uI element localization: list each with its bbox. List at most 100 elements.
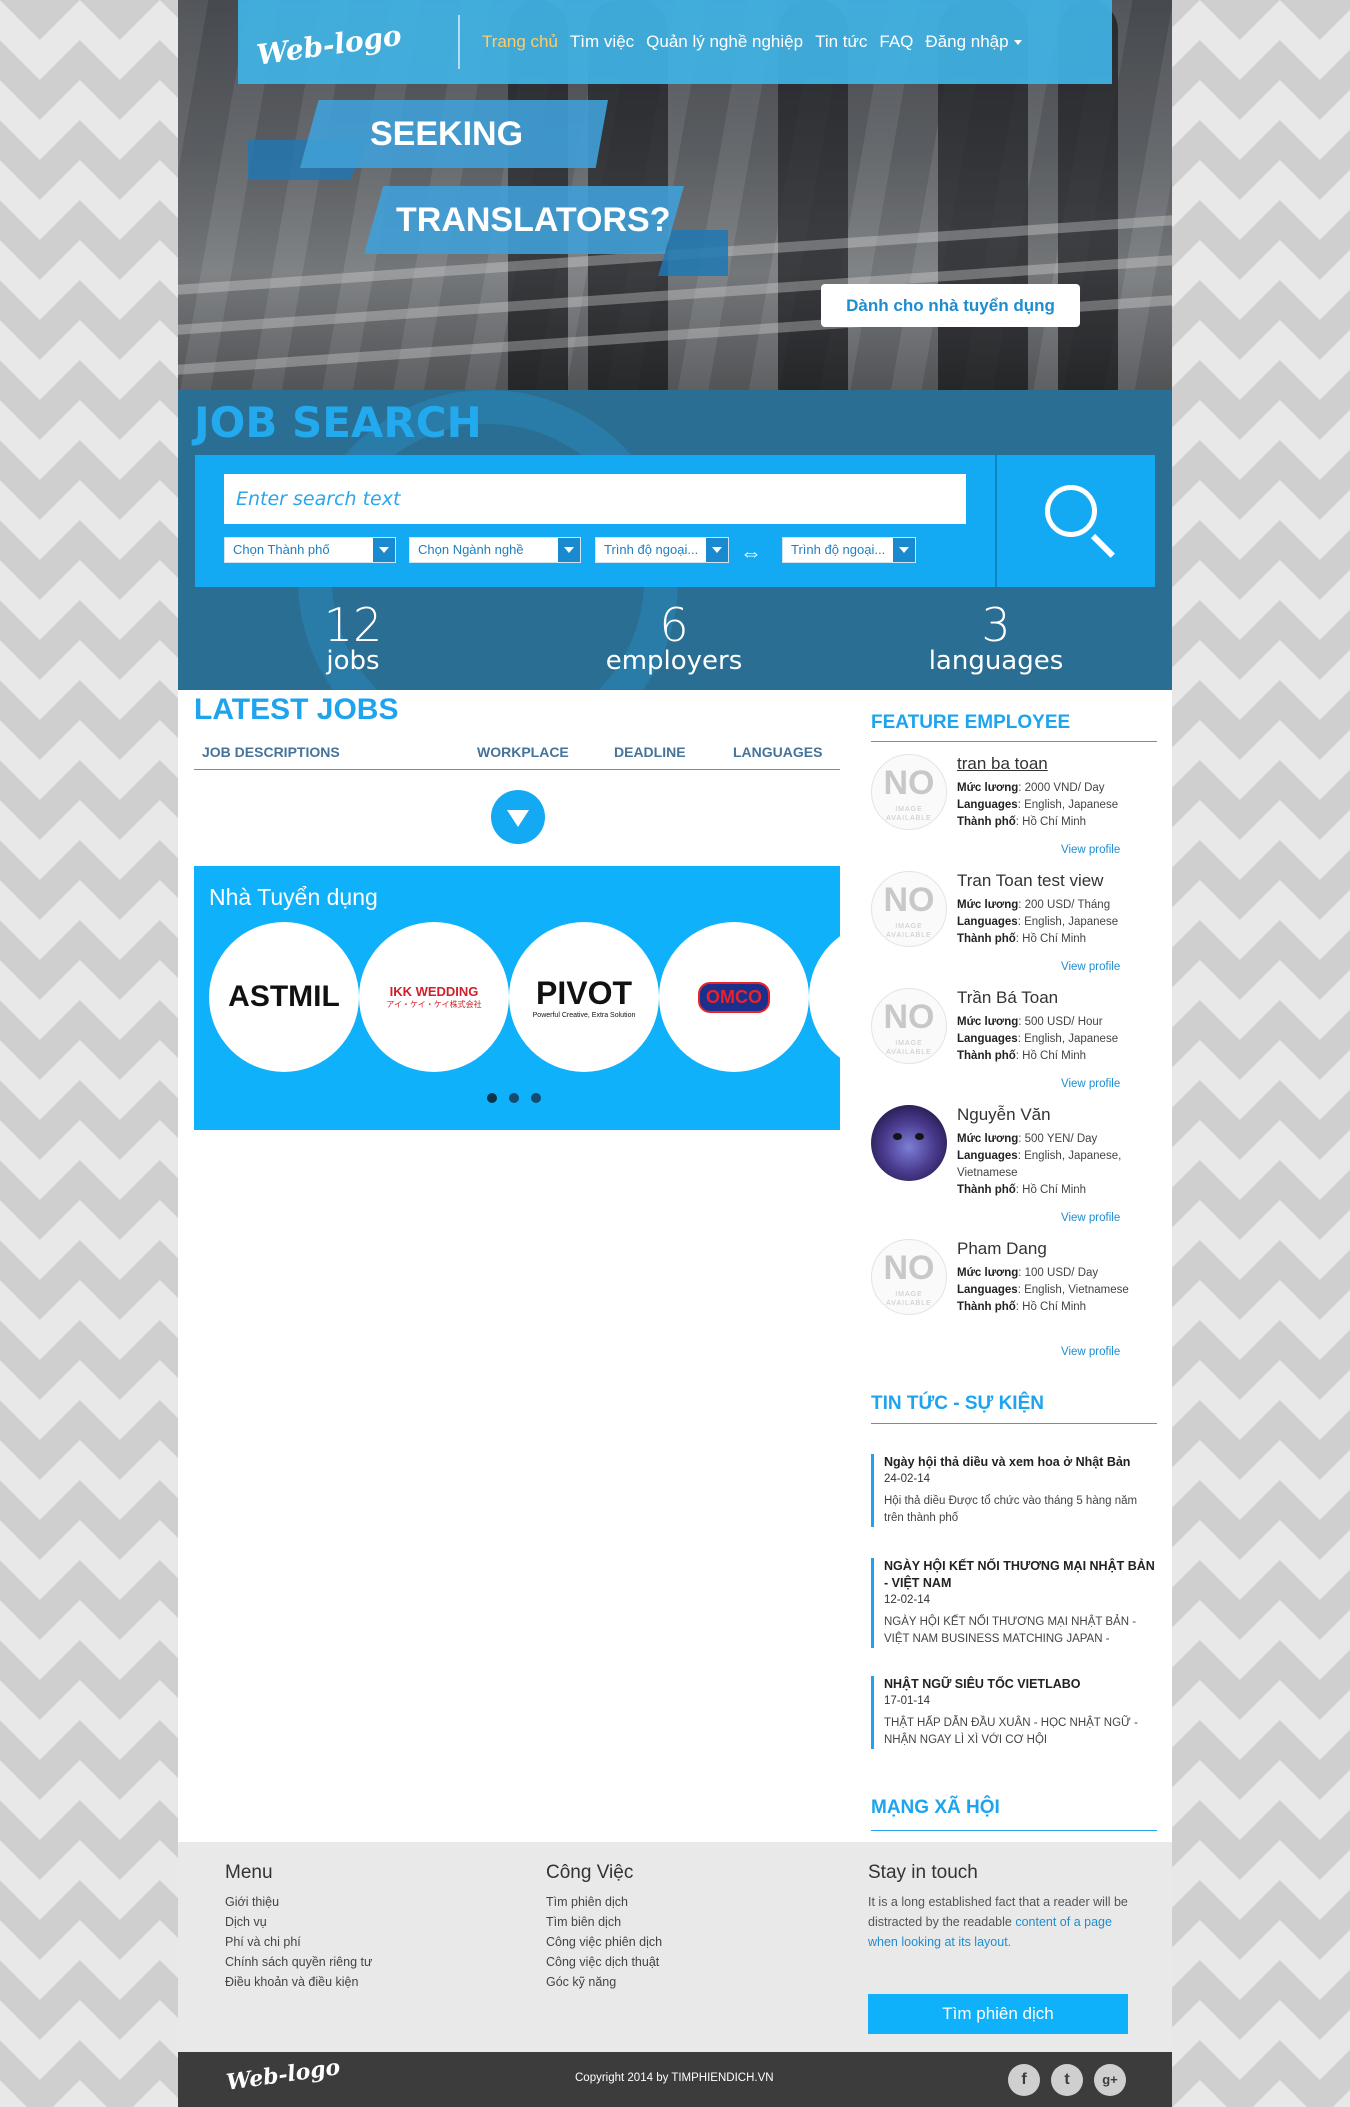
stat-jobs: 12 jobs	[233, 602, 473, 676]
nav-login[interactable]: Đăng nhập	[925, 32, 1022, 52]
languages-label: Languages	[957, 1284, 1018, 1296]
employer-logo-partial[interactable]	[809, 922, 840, 1072]
no-image-subtext: IMAGE AVAILABLE	[886, 806, 932, 822]
view-profile-link[interactable]: View profile	[1061, 1078, 1120, 1090]
stay-in-touch-title: Stay in touch	[868, 1862, 978, 1883]
load-more-button[interactable]	[491, 790, 545, 844]
avatar-eye	[893, 1133, 902, 1140]
footer-menu-title: Menu	[225, 1862, 273, 1883]
find-interpreter-button[interactable]: Tìm phiên dịch	[868, 1994, 1128, 2034]
employers-title: Nhà Tuyển dụng	[209, 884, 378, 910]
employer-logo-omco[interactable]: OMCO	[659, 922, 809, 1072]
chevron-down-icon	[893, 538, 915, 562]
search-icon-handle	[1090, 533, 1115, 558]
no-image-subtext: IMAGE AVAILABLE	[886, 1040, 932, 1056]
top-navbar: Web-logo Trang chủ Tìm việc Quản lý nghề…	[238, 0, 1112, 84]
employee-name[interactable]: Trần Bá Toan	[957, 988, 1058, 1008]
view-profile-link[interactable]: View profile	[1061, 961, 1120, 973]
city-value: Hồ Chí Minh	[1022, 1184, 1087, 1196]
search-input[interactable]	[224, 474, 966, 524]
copyright-text: Copyright 2014 by TIMPHIENDICH.VN	[575, 2072, 774, 2084]
no-image-avatar: NO IMAGE AVAILABLE	[871, 754, 947, 830]
footer-logo[interactable]: Web-logo	[225, 2054, 342, 2096]
city-label: Thành phố	[957, 1050, 1016, 1062]
facebook-icon[interactable]: f	[1008, 2064, 1040, 2096]
footer-link[interactable]: Công việc phiên dịch	[546, 1932, 662, 1952]
carousel-dot[interactable]	[531, 1093, 541, 1103]
carousel-dot[interactable]	[487, 1093, 497, 1103]
footer-link[interactable]: Giới thiệu	[225, 1892, 372, 1912]
employee-card: NO IMAGE AVAILABLE Pham Dang Mức lương: …	[871, 1239, 1157, 1365]
news-item-date: 12-02-14	[884, 1594, 931, 1606]
employee-details: Mức lương: 100 USD/ Day Languages: Engli…	[957, 1267, 1129, 1313]
site-logo[interactable]: Web-logo	[237, 10, 459, 73]
employee-name[interactable]: Nguyễn Văn	[957, 1105, 1051, 1125]
twitter-icon[interactable]: t	[1051, 2064, 1083, 2096]
footer-link[interactable]: Phí và chi phí	[225, 1932, 372, 1952]
footer-link[interactable]: Điều khoản và điều kiện	[225, 1972, 372, 1992]
employee-name[interactable]: Tran Toan test view	[957, 871, 1103, 891]
employee-name[interactable]: tran ba toan	[957, 754, 1048, 774]
chevron-down-icon	[558, 538, 580, 562]
footer-link[interactable]: Góc kỹ năng	[546, 1972, 662, 1992]
page-container: Web-logo Trang chủ Tìm việc Quản lý nghề…	[178, 0, 1172, 2107]
bottom-bar: Web-logo Copyright 2014 by TIMPHIENDICH.…	[178, 2052, 1172, 2107]
no-image-avatar: NO IMAGE AVAILABLE	[871, 988, 947, 1064]
no-image-subtext: IMAGE AVAILABLE	[886, 923, 932, 939]
google-plus-icon[interactable]: g+	[1094, 2064, 1126, 2096]
nav-home[interactable]: Trang chủ	[482, 32, 558, 52]
city-value: Hồ Chí Minh	[1022, 1050, 1087, 1062]
languages-label: Languages	[957, 1033, 1018, 1045]
city-label: Thành phố	[957, 1184, 1016, 1196]
employee-card: NO IMAGE AVAILABLE tran ba toan Mức lươn…	[871, 754, 1157, 864]
footer-link[interactable]: Dịch vụ	[225, 1912, 372, 1932]
languages-label: Languages	[957, 916, 1018, 928]
for-employers-button[interactable]: Dành cho nhà tuyển dụng	[821, 284, 1080, 327]
nav-career-management[interactable]: Quản lý nghề nghiệp	[646, 32, 803, 52]
news-item[interactable]: Ngày hội thả diều và xem hoa ở Nhật Bản …	[871, 1454, 1157, 1527]
language-level-to-select[interactable]: Trình độ ngoại...	[782, 537, 916, 563]
latest-jobs-title: LATEST JOBS	[194, 693, 399, 726]
footer-link[interactable]: Tìm biên dịch	[546, 1912, 662, 1932]
news-item-title[interactable]: NHẬT NGỮ SIÊU TỐC VIETLABO	[884, 1676, 1157, 1693]
footer-link[interactable]: Chính sách quyền riêng tư	[225, 1952, 372, 1972]
carousel-dot[interactable]	[509, 1093, 519, 1103]
salary-value: 200 USD/ Tháng	[1024, 899, 1111, 911]
employee-card: NO IMAGE AVAILABLE Tran Toan test view M…	[871, 871, 1157, 981]
news-item-title[interactable]: Ngày hội thả diều và xem hoa ở Nhật Bản	[884, 1454, 1157, 1471]
employee-details: Mức lương: 500 YEN/ Day Languages: Engli…	[957, 1133, 1122, 1196]
industry-select[interactable]: Chọn Ngành nghề	[409, 537, 581, 563]
employee-name[interactable]: Pham Dang	[957, 1239, 1047, 1259]
view-profile-link[interactable]: View profile	[1061, 844, 1120, 856]
view-profile-link[interactable]: View profile	[1061, 1346, 1120, 1358]
language-level-from-select[interactable]: Trình độ ngoại...	[595, 537, 729, 563]
search-button[interactable]	[995, 455, 1155, 587]
nav-find-jobs[interactable]: Tìm việc	[570, 32, 634, 52]
news-item-date: 24-02-14	[884, 1473, 931, 1485]
employer-logo-ikk[interactable]: IKK WEDDING アイ・ケイ・ケイ株式会社	[359, 922, 509, 1072]
footer-link[interactable]: Tìm phiên dịch	[546, 1892, 662, 1912]
salary-label: Mức lương	[957, 899, 1019, 911]
news-item-title[interactable]: NGÀY HỘI KẾT NỐI THƯƠNG MẠI NHẬT BẢN - V…	[884, 1558, 1157, 1592]
city-value: Hồ Chí Minh	[1022, 933, 1087, 945]
city-select[interactable]: Chọn Thành phố	[224, 537, 396, 563]
no-image-text: NO	[883, 881, 935, 919]
no-image-avatar: NO IMAGE AVAILABLE	[871, 1239, 947, 1315]
news-item-summary: NGÀY HỘI KẾT NỐI THƯƠNG MẠI NHẬT BẢN - V…	[884, 1616, 1137, 1645]
footer-link[interactable]: Công việc dịch thuật	[546, 1952, 662, 1972]
news-item-summary: Hội thả diều Được tổ chức vào tháng 5 hà…	[884, 1495, 1138, 1524]
news-item[interactable]: NHẬT NGỮ SIÊU TỐC VIETLABO 17-01-14 THẬT…	[871, 1676, 1157, 1749]
stat-jobs-label: jobs	[326, 646, 380, 676]
nav-faq[interactable]: FAQ	[879, 32, 913, 52]
employer-logo-pivot[interactable]: PIVOT Powerful Creative, Extra Solution	[509, 922, 659, 1072]
news-item[interactable]: NGÀY HỘI KẾT NỐI THƯƠNG MẠI NHẬT BẢN - V…	[871, 1558, 1157, 1648]
employer-logo-pivot-subtext: Powerful Creative, Extra Solution	[532, 1012, 636, 1019]
employer-logo-astmil[interactable]: ASTMIL	[209, 922, 359, 1072]
view-profile-link[interactable]: View profile	[1061, 1212, 1120, 1224]
nav-news[interactable]: Tin tức	[815, 32, 867, 52]
city-label: Thành phố	[957, 1301, 1016, 1313]
stat-languages-number: 3	[981, 598, 1011, 652]
column-job-descriptions: JOB DESCRIPTIONS	[202, 744, 340, 760]
industry-select-value: Chọn Ngành nghề	[418, 542, 524, 557]
salary-value: 500 USD/ Hour	[1024, 1016, 1103, 1028]
